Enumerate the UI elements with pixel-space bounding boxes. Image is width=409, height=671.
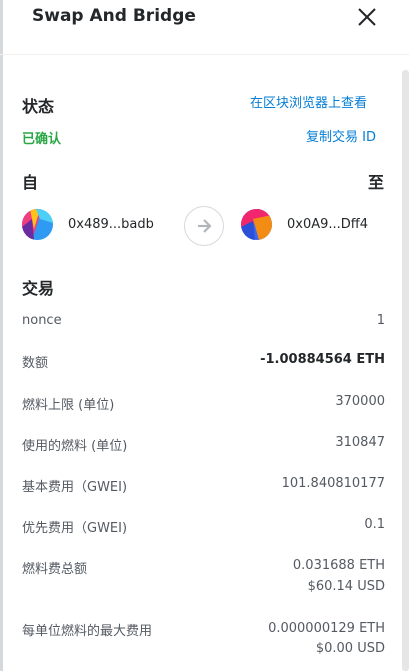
from-address: 0x489...badb xyxy=(68,217,154,232)
modal-title: Swap And Bridge xyxy=(32,6,196,26)
modal-header: Swap And Bridge xyxy=(0,0,409,55)
close-icon[interactable] xyxy=(356,6,378,28)
arrow-right-icon xyxy=(184,206,224,246)
total-gas-fee-label: 燃料费总额 xyxy=(22,562,88,577)
max-fee-per-gas-eth: 0.000000129 ETH xyxy=(268,621,385,636)
transaction-details-modal: Swap And Bridge 状态 在区块浏览器上查看 已确认 复制交易 ID… xyxy=(0,0,409,671)
left-border xyxy=(0,0,3,671)
gas-used-value: 310847 xyxy=(335,435,385,450)
copy-tx-id-link[interactable]: 复制交易 ID xyxy=(306,126,376,145)
nonce-value: 1 xyxy=(376,313,385,328)
gas-limit-label: 燃料上限 (单位) xyxy=(22,398,115,413)
total-gas-fee-usd: $60.14 USD xyxy=(307,579,385,594)
status-badge: 已确认 xyxy=(22,132,62,147)
view-on-explorer-link[interactable]: 在区块浏览器上查看 xyxy=(250,92,367,111)
amount-label: 数额 xyxy=(22,356,49,371)
max-fee-per-gas-label: 每单位燃料的最大费用 xyxy=(22,624,153,639)
avatar xyxy=(241,209,272,240)
status-label: 状态 xyxy=(22,97,55,116)
base-fee-value: 101.840810177 xyxy=(281,476,385,491)
amount-value: -1.00884564 ETH xyxy=(260,352,385,367)
transaction-title: 交易 xyxy=(22,279,55,298)
priority-fee-label: 优先费用（GWEI) xyxy=(22,521,128,536)
from-label: 自 xyxy=(22,173,39,192)
to-account[interactable]: 0x0A9...Dff4 xyxy=(241,209,368,240)
nonce-label: nonce xyxy=(22,313,62,328)
gas-used-label: 使用的燃料 (单位) xyxy=(22,439,128,454)
scrollbar[interactable] xyxy=(402,70,409,671)
priority-fee-value: 0.1 xyxy=(364,517,385,532)
avatar xyxy=(22,209,53,240)
max-fee-per-gas-usd: $0.00 USD xyxy=(315,641,385,656)
gas-limit-value: 370000 xyxy=(335,394,385,409)
to-label: 至 xyxy=(368,173,385,192)
base-fee-label: 基本费用（GWEI) xyxy=(22,480,128,495)
from-account[interactable]: 0x489...badb xyxy=(22,209,154,240)
to-address: 0x0A9...Dff4 xyxy=(287,217,369,232)
total-gas-fee-eth: 0.031688 ETH xyxy=(292,558,385,573)
